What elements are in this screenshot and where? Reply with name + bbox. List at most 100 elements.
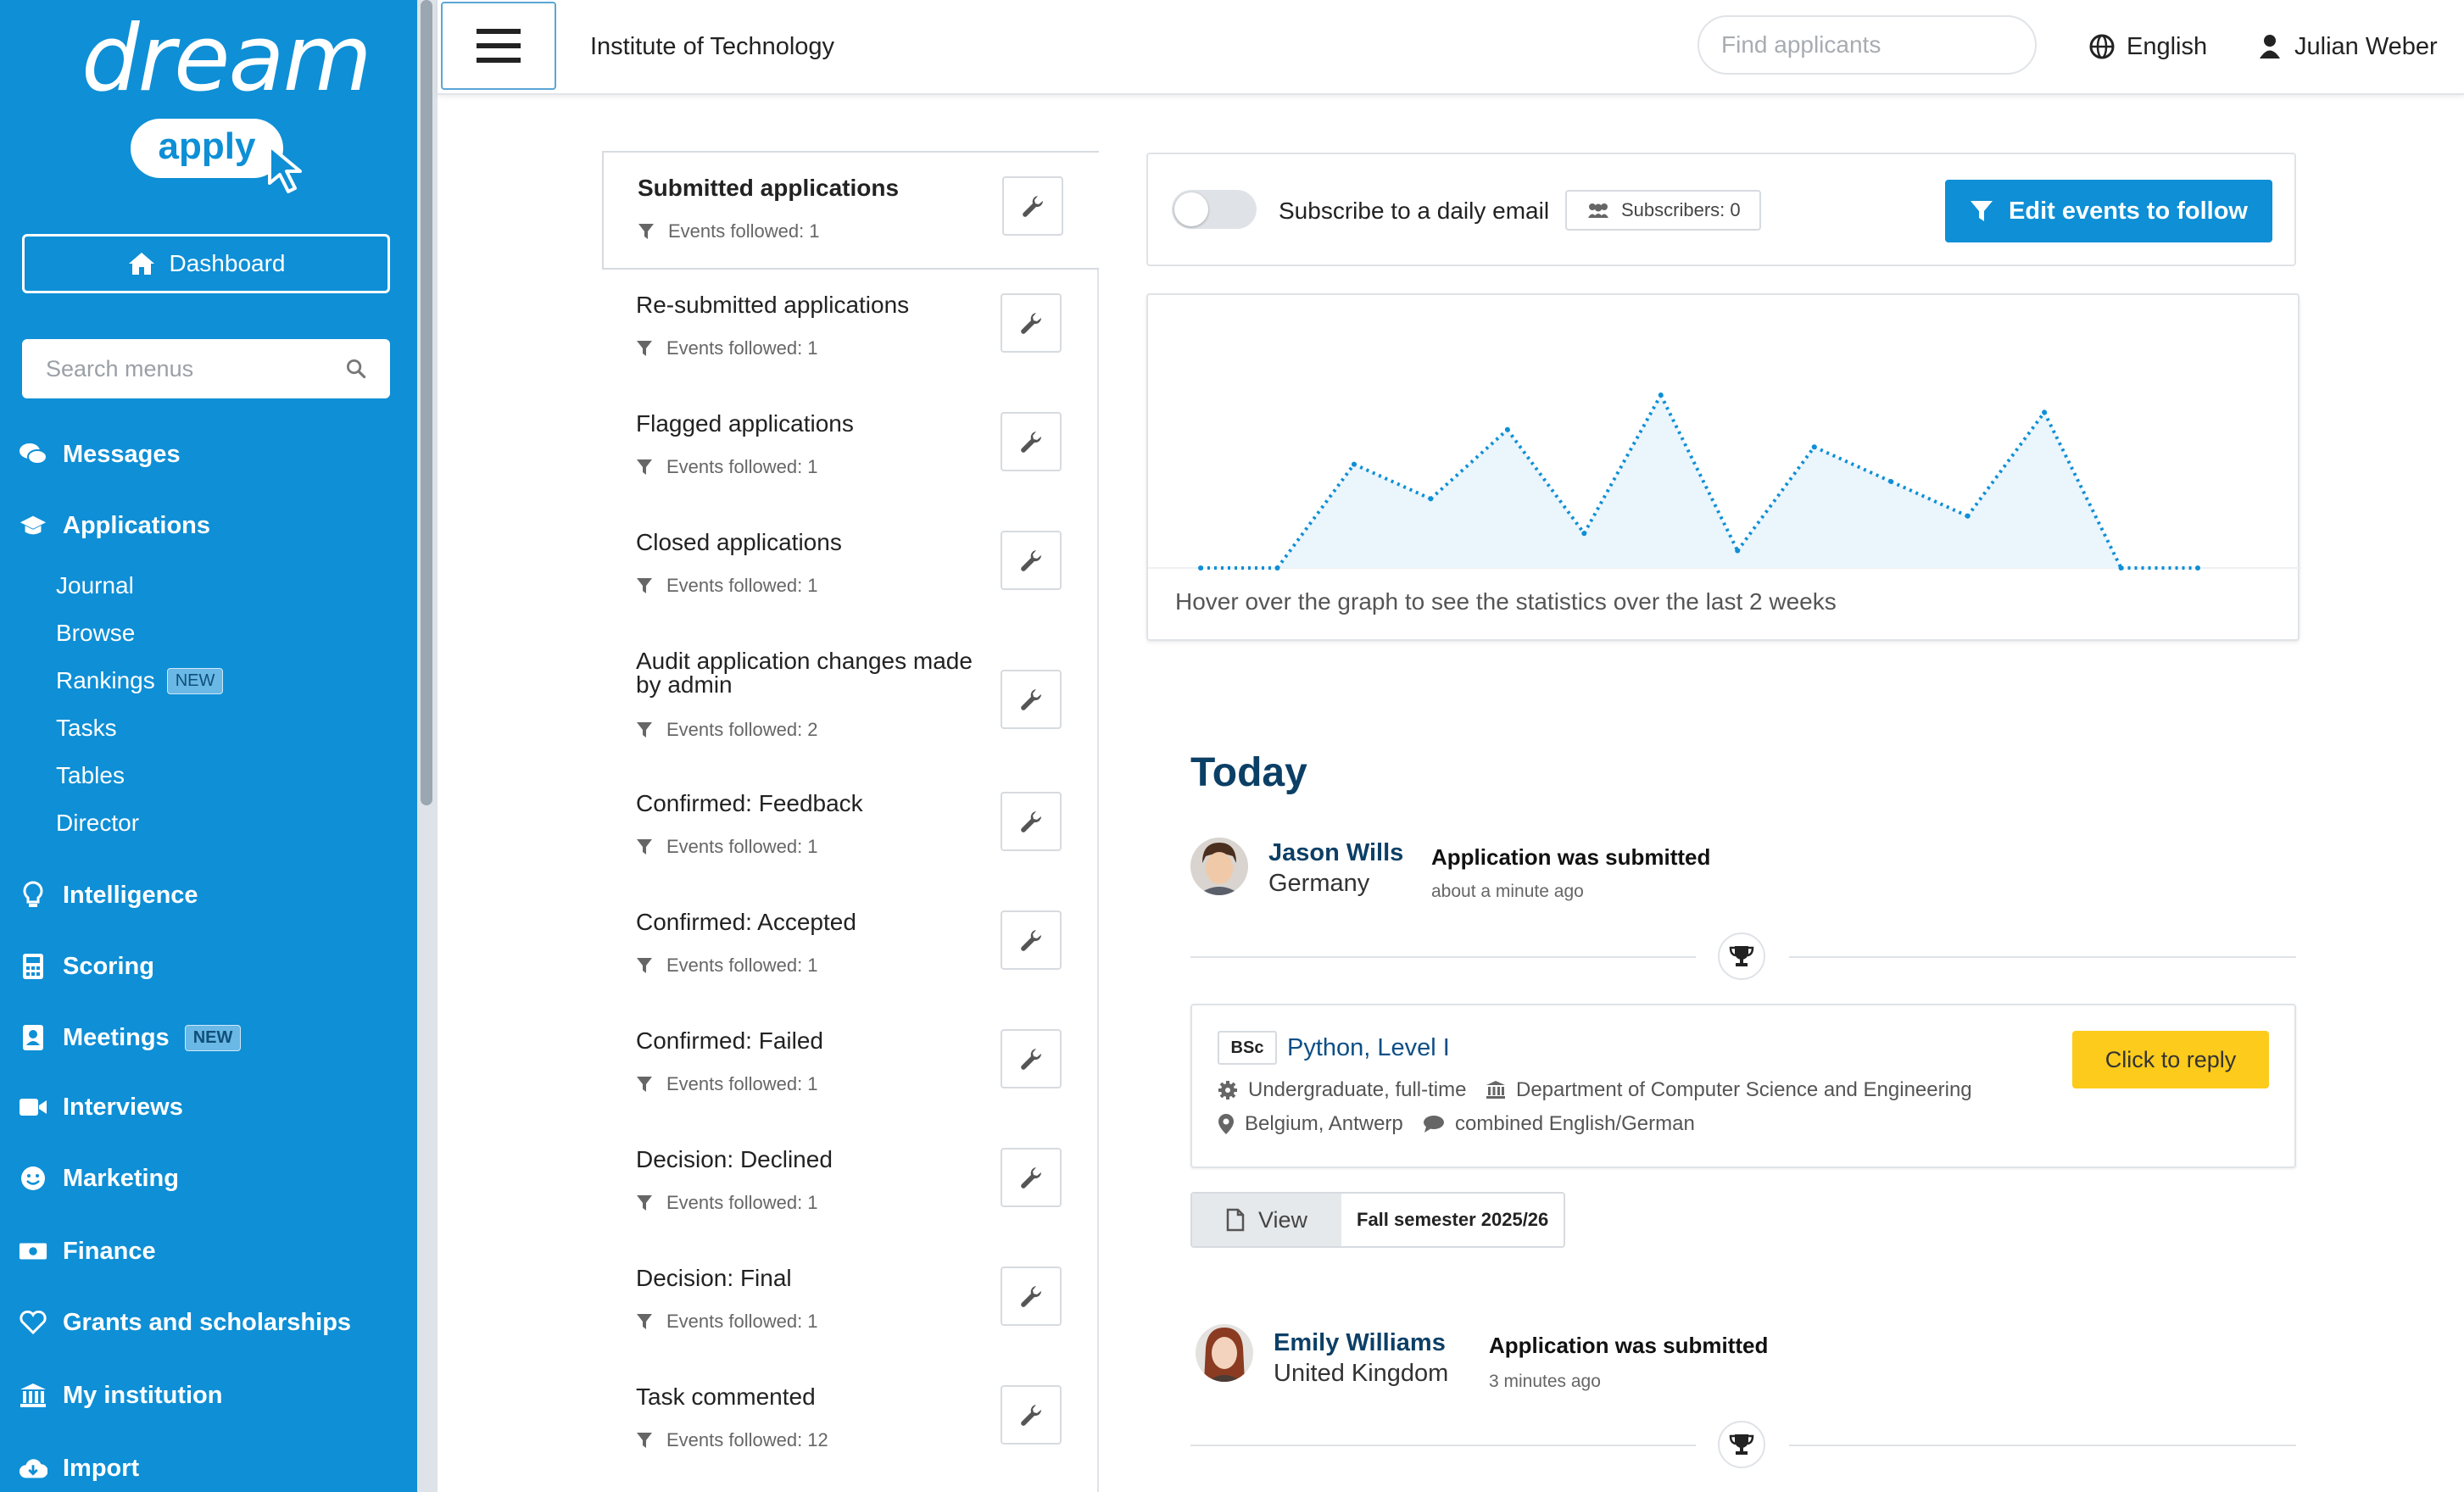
configure-event-button[interactable] <box>1001 531 1062 590</box>
chart-point[interactable] <box>1811 444 1817 450</box>
statistics-graph[interactable]: Hover over the graph to see the statisti… <box>1146 293 2301 641</box>
nav-tables[interactable]: Tables <box>56 756 125 795</box>
menu-toggle-button[interactable] <box>441 2 556 90</box>
chart-point[interactable] <box>2042 409 2048 415</box>
dashboard-button[interactable]: Dashboard <box>22 234 390 293</box>
event-item[interactable]: Confirmed: Failed Events followed: 1 <box>602 1005 1099 1124</box>
event-item[interactable]: Closed applications Events followed: 1 <box>602 507 1099 626</box>
applicant-search-input[interactable] <box>1721 31 2027 58</box>
event-item[interactable]: Confirmed: Accepted Events followed: 1 <box>602 887 1099 1005</box>
configure-event-button[interactable] <box>1001 1385 1062 1445</box>
gear-icon <box>1218 1081 1237 1100</box>
chart-point[interactable] <box>1965 513 1971 519</box>
configure-event-button[interactable] <box>1002 176 1063 236</box>
divider <box>1190 1445 1696 1446</box>
chart-point[interactable] <box>1274 565 1280 571</box>
sidebar-scrollbar[interactable] <box>417 0 438 1492</box>
nav-messages[interactable]: Messages <box>19 432 181 476</box>
applicant-name-link[interactable]: Jason Wills <box>1268 839 1403 867</box>
daily-email-toggle[interactable] <box>1172 190 1257 229</box>
chart-point[interactable] <box>2195 565 2200 571</box>
nav-browse[interactable]: Browse <box>56 614 135 653</box>
user-menu[interactable]: Julian Weber <box>2259 0 2438 93</box>
institution-icon <box>19 1381 47 1410</box>
event-item[interactable]: Re-submitted applications Events followed… <box>602 270 1099 388</box>
configure-event-button[interactable] <box>1001 910 1062 970</box>
configure-event-button[interactable] <box>1001 792 1062 851</box>
nav-scoring[interactable]: Scoring <box>19 944 154 988</box>
configure-event-button[interactable] <box>1001 412 1062 471</box>
wrench-icon <box>1021 1286 1042 1307</box>
chart-point[interactable] <box>1351 461 1357 467</box>
configure-event-button[interactable] <box>1001 293 1062 353</box>
configure-event-button[interactable] <box>1001 1148 1062 1207</box>
event-item[interactable]: Confirmed: Feedback Events followed: 1 <box>602 768 1099 887</box>
nav-director[interactable]: Director <box>56 804 139 843</box>
divider <box>1190 956 1696 958</box>
comment-icon <box>1424 1116 1444 1133</box>
chart-point[interactable] <box>1735 548 1741 554</box>
event-item[interactable]: Audit application changes made by admin E… <box>602 626 1099 744</box>
nav-intelligence[interactable]: Intelligence <box>19 873 198 917</box>
chart-point[interactable] <box>1581 531 1587 537</box>
program-title-link[interactable]: Python, Level I <box>1287 1031 1450 1065</box>
chart-point[interactable] <box>1504 426 1510 432</box>
configure-event-button[interactable] <box>1001 1267 1062 1326</box>
nav-my-institution[interactable]: My institution <box>19 1373 222 1417</box>
nav-marketing[interactable]: Marketing <box>19 1156 179 1200</box>
department-text: Department of Computer Science and Engin… <box>1516 1078 1972 1101</box>
event-item[interactable]: Task commented Events followed: 12 <box>602 1361 1099 1480</box>
nav-interviews[interactable]: Interviews <box>19 1085 183 1129</box>
reply-button[interactable]: Click to reply <box>2072 1031 2269 1088</box>
search-icon[interactable] <box>346 356 366 381</box>
event-item[interactable]: Submitted applications Events followed: 1 <box>602 151 1099 270</box>
nav-rankings[interactable]: Rankings NEW <box>56 661 224 700</box>
menu-search[interactable] <box>22 339 390 398</box>
nav-applications[interactable]: Applications <box>19 504 210 548</box>
chart-point[interactable] <box>1198 565 1203 571</box>
program-card: BSc Python, Level I Undergraduate, full-… <box>1190 1004 2296 1168</box>
language-selector[interactable]: English <box>2089 0 2207 93</box>
trophy-icon <box>1718 1421 1765 1468</box>
activity-chart[interactable] <box>1148 295 2301 575</box>
filter-icon <box>637 1433 652 1448</box>
nav-journal[interactable]: Journal <box>56 566 134 605</box>
chart-point[interactable] <box>1888 479 1894 484</box>
applicant-country: United Kingdom <box>1274 1360 1449 1387</box>
nav-finance[interactable]: Finance <box>19 1229 156 1273</box>
applicant-search[interactable] <box>1697 15 2037 75</box>
chart-point[interactable] <box>1658 392 1664 398</box>
divider <box>1789 956 2296 958</box>
subscribers-button[interactable]: Subscribers: 0 <box>1565 190 1761 231</box>
scrollbar-thumb[interactable] <box>421 0 432 805</box>
wrench-icon <box>1021 811 1042 832</box>
nav-meetings[interactable]: Meetings NEW <box>19 1016 242 1060</box>
configure-event-button[interactable] <box>1001 1029 1062 1088</box>
chart-point[interactable] <box>1428 496 1434 502</box>
edit-events-button[interactable]: Edit events to follow <box>1945 180 2272 242</box>
nav-import[interactable]: Import <box>19 1446 139 1490</box>
avatar[interactable] <box>1190 838 1248 895</box>
event-item[interactable]: Flagged applications Events followed: 1 <box>602 388 1099 507</box>
sub-label: Director <box>56 810 140 836</box>
dreamapply-logo[interactable]: dream apply <box>81 14 372 193</box>
graduation-cap-icon <box>19 511 47 540</box>
institution-name[interactable]: Institute of Technology <box>590 0 834 93</box>
menu-search-input[interactable] <box>46 355 346 382</box>
event-title: Confirmed: Feedback <box>636 790 863 816</box>
applicant-name-link[interactable]: Emily Williams <box>1274 1329 1446 1357</box>
event-title: Confirmed: Accepted <box>636 909 856 935</box>
events-followed-text: Events followed: 1 <box>666 1073 818 1094</box>
event-title: Confirmed: Failed <box>636 1027 823 1054</box>
sidebar: dream apply Dashboard Messages Applicati… <box>0 0 417 1492</box>
event-title: Audit application changes made by admin <box>636 648 973 698</box>
view-button[interactable]: View <box>1192 1194 1341 1246</box>
avatar[interactable] <box>1196 1324 1253 1382</box>
subscribe-panel: Subscribe to a daily email Subscribers: … <box>1146 153 2296 266</box>
configure-event-button[interactable] <box>1001 670 1062 729</box>
nav-tasks[interactable]: Tasks <box>56 709 117 748</box>
event-item[interactable]: Decision: Final Events followed: 1 <box>602 1243 1099 1361</box>
event-item[interactable]: Decision: Declined Events followed: 1 <box>602 1124 1099 1243</box>
nav-grants[interactable]: Grants and scholarships <box>19 1300 351 1344</box>
chart-point[interactable] <box>2118 565 2124 571</box>
